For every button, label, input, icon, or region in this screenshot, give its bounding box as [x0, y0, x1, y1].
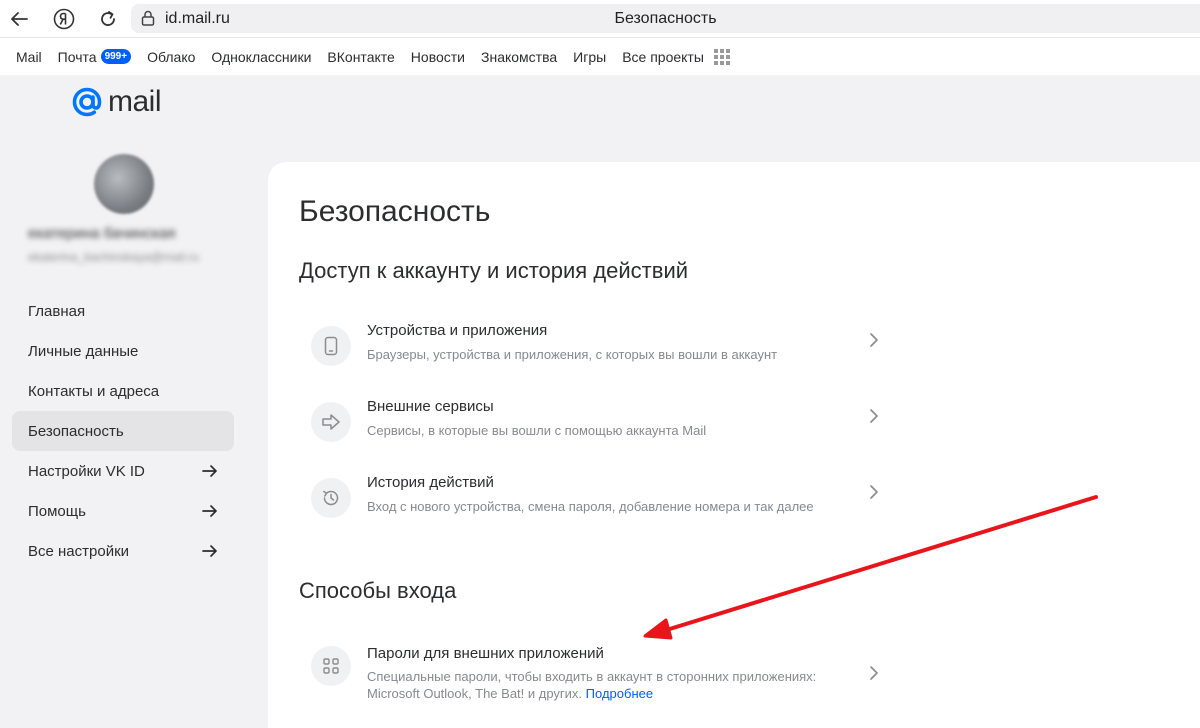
page-tab-title: Безопасность — [614, 10, 717, 27]
portal-nav: Mail Почта 999+ Облако Одноклассники ВКон… — [0, 38, 1200, 75]
apps-grid-icon — [311, 646, 351, 686]
row-devices-apps[interactable]: Устройства и приложения Браузеры, устрой… — [299, 322, 889, 394]
portal-link-vk[interactable]: ВКонтакте — [327, 49, 394, 65]
row-title: История действий — [367, 474, 494, 491]
page-title: Безопасность — [299, 195, 491, 228]
row-description: Вход с нового устройства, смена пароля, … — [367, 499, 814, 514]
reload-icon[interactable] — [95, 6, 121, 32]
chevron-right-icon — [870, 333, 878, 347]
sidebar-menu: Главная Личные данные Контакты и адреса … — [12, 291, 234, 571]
row-title: Внешние сервисы — [367, 398, 494, 415]
sidebar-item-contacts[interactable]: Контакты и адреса — [12, 371, 234, 411]
lock-icon — [141, 10, 155, 31]
logo-text: mail — [108, 85, 162, 118]
row-title: Устройства и приложения — [367, 322, 548, 339]
arrow-right-icon — [311, 402, 351, 442]
sidebar-item-security[interactable]: Безопасность — [12, 411, 234, 451]
portal-link-all-projects[interactable]: Все проекты — [622, 48, 730, 65]
row-title: Пароли для внешних приложений — [367, 645, 604, 662]
section-title-access: Доступ к аккаунту и история действий — [299, 258, 689, 283]
yandex-icon[interactable] — [51, 6, 77, 32]
row-activity-history[interactable]: История действий Вход с нового устройств… — [299, 474, 889, 546]
sidebar-item-personal-data[interactable]: Личные данные — [12, 331, 234, 371]
section-title-login-methods: Способы входа — [299, 578, 457, 603]
at-sign-icon — [72, 87, 102, 117]
row-description: Браузеры, устройства и приложения, с кот… — [367, 347, 778, 362]
mail-logo[interactable]: mail — [71, 85, 162, 118]
learn-more-link[interactable]: Подробнее — [586, 686, 653, 701]
profile-name: екатерина бачинская — [28, 225, 176, 242]
address-bar[interactable]: id.mail.ru Безопасность — [131, 4, 1200, 33]
row-app-passwords[interactable]: Пароли для внешних приложений Специальны… — [299, 642, 889, 722]
history-icon — [311, 478, 351, 518]
portal-link-games[interactable]: Игры — [573, 49, 606, 65]
portal-link-mail[interactable]: Mail — [16, 49, 42, 65]
chevron-right-icon — [870, 409, 878, 423]
portal-link-news[interactable]: Новости — [411, 49, 465, 65]
browser-toolbar: id.mail.ru Безопасность — [0, 0, 1200, 38]
unread-badge: 999+ — [100, 49, 132, 64]
row-description: Сервисы, в которые вы вошли с помощью ак… — [367, 423, 707, 438]
portal-link-dating[interactable]: Знакомства — [481, 49, 557, 65]
chevron-right-icon — [870, 666, 878, 680]
external-arrow-icon — [202, 465, 217, 477]
security-card: Безопасность Доступ к аккаунту и история… — [268, 162, 1200, 728]
portal-link-pochta[interactable]: Почта 999+ — [58, 49, 132, 65]
external-arrow-icon — [202, 545, 217, 557]
grid-icon — [713, 48, 730, 65]
external-arrow-icon — [202, 505, 217, 517]
phone-icon — [311, 326, 351, 366]
avatar[interactable] — [94, 154, 154, 214]
row-external-services[interactable]: Внешние сервисы Сервисы, в которые вы во… — [299, 398, 889, 470]
sidebar-item-all-settings[interactable]: Все настройки — [12, 531, 234, 571]
row-description: Специальные пароли, чтобы входить в акка… — [367, 669, 817, 701]
back-icon[interactable] — [6, 6, 32, 32]
profile-email: ekaterina_bachinskaya@mail.ru — [28, 250, 199, 264]
portal-link-cloud[interactable]: Облако — [147, 49, 195, 65]
sidebar-item-vkid-settings[interactable]: Настройки VK ID — [12, 451, 234, 491]
url-text: id.mail.ru — [165, 10, 230, 27]
chevron-right-icon — [870, 485, 878, 499]
sidebar-item-main[interactable]: Главная — [12, 291, 234, 331]
portal-link-ok[interactable]: Одноклассники — [211, 49, 311, 65]
sidebar-item-help[interactable]: Помощь — [12, 491, 234, 531]
